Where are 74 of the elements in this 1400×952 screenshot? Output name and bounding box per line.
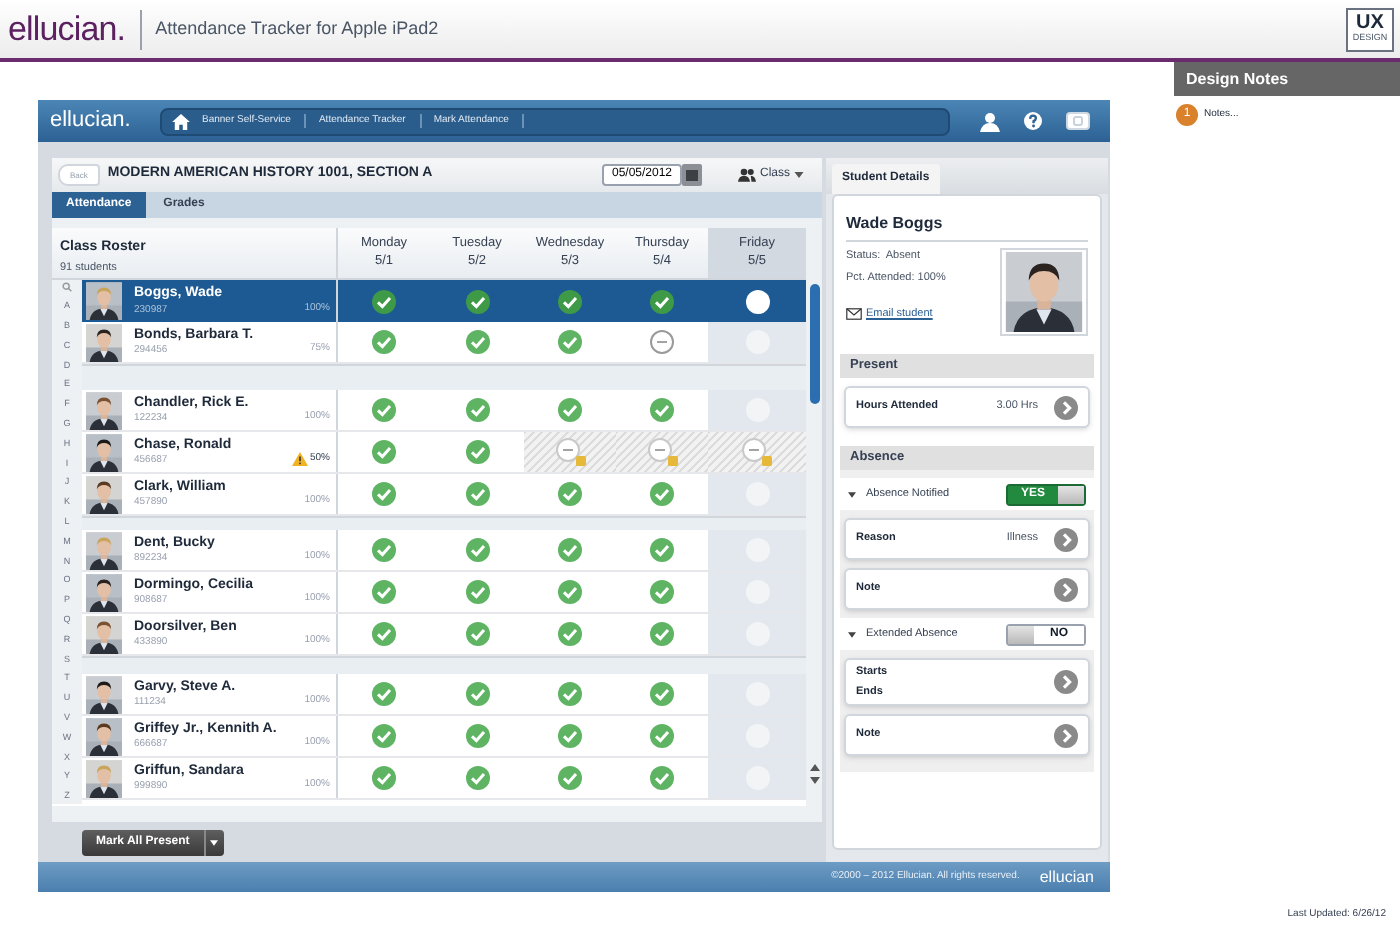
check-icon[interactable] — [650, 766, 674, 790]
check-icon[interactable] — [465, 682, 489, 706]
check-icon[interactable] — [372, 440, 396, 464]
check-icon[interactable] — [465, 330, 489, 354]
minus-note-icon[interactable] — [555, 438, 585, 466]
check-icon[interactable] — [465, 724, 489, 748]
check-icon[interactable] — [465, 766, 489, 790]
check-icon[interactable] — [650, 622, 674, 646]
check-icon[interactable] — [558, 580, 582, 604]
check-icon[interactable] — [465, 440, 489, 464]
scrollbar-thumb[interactable] — [809, 284, 819, 404]
calendar-icon[interactable] — [681, 164, 702, 186]
page-title: Attendance Tracker for Apple iPad2 — [155, 15, 439, 42]
check-icon[interactable] — [650, 289, 674, 313]
check-icon[interactable] — [465, 398, 489, 422]
app-logo: ellucian. — [50, 106, 133, 137]
check-icon[interactable] — [650, 580, 674, 604]
people-icon — [737, 168, 756, 182]
badge-text: UX — [1356, 14, 1384, 35]
check-icon[interactable] — [558, 766, 582, 790]
search-icon[interactable] — [62, 282, 72, 292]
scroll-arrows-icon[interactable] — [809, 764, 819, 784]
student-name: Wade Boggs — [846, 212, 1088, 242]
help-icon[interactable] — [1024, 112, 1042, 130]
check-icon[interactable] — [372, 330, 396, 354]
arrow-circle-icon[interactable] — [1054, 723, 1078, 747]
check-icon[interactable] — [558, 482, 582, 506]
minus-circle-icon[interactable] — [650, 330, 674, 354]
caret-icon — [210, 839, 219, 845]
check-icon[interactable] — [650, 538, 674, 562]
check-icon[interactable] — [558, 330, 582, 354]
check-icon[interactable] — [372, 766, 396, 790]
switch-knob[interactable] — [1008, 625, 1034, 643]
check-icon[interactable] — [558, 538, 582, 562]
window-icon[interactable] — [1066, 112, 1090, 130]
switch-knob[interactable] — [1058, 485, 1084, 503]
check-icon[interactable] — [372, 538, 396, 562]
check-icon[interactable] — [372, 580, 396, 604]
footer-logo: ellucian — [1039, 865, 1094, 889]
check-icon[interactable] — [558, 724, 582, 748]
check-icon[interactable] — [372, 622, 396, 646]
arrow-circle-icon[interactable] — [1054, 577, 1078, 601]
check-icon[interactable] — [372, 724, 396, 748]
arrow-circle-icon[interactable] — [1054, 395, 1078, 419]
app-logo: ellucian. — [8, 7, 126, 52]
minus-note-icon[interactable] — [742, 438, 772, 466]
check-icon[interactable] — [650, 682, 674, 706]
user-icon[interactable] — [980, 111, 1000, 131]
envelope-icon — [846, 307, 862, 320]
check-icon[interactable] — [558, 289, 582, 313]
check-icon[interactable] — [650, 724, 674, 748]
minus-note-icon[interactable] — [647, 438, 677, 466]
check-icon[interactable] — [465, 538, 489, 562]
disclosure-triangle-icon[interactable] — [848, 631, 856, 637]
check-icon[interactable] — [372, 398, 396, 422]
arrow-circle-icon[interactable] — [1054, 670, 1078, 694]
check-icon[interactable] — [372, 482, 396, 506]
check-icon[interactable] — [465, 482, 489, 506]
check-icon[interactable] — [558, 398, 582, 422]
empty-circle-icon[interactable] — [745, 289, 769, 313]
check-icon[interactable] — [650, 398, 674, 422]
notes-header: Design Notes — [1174, 62, 1400, 96]
check-icon[interactable] — [372, 682, 396, 706]
home-icon[interactable] — [172, 113, 190, 129]
check-icon[interactable] — [372, 289, 396, 313]
arrow-circle-icon[interactable] — [1054, 527, 1078, 551]
disclosure-triangle-icon[interactable] — [848, 491, 856, 497]
check-icon[interactable] — [465, 289, 489, 313]
check-icon[interactable] — [558, 682, 582, 706]
check-icon[interactable] — [558, 622, 582, 646]
check-icon[interactable] — [465, 580, 489, 604]
caret-icon — [794, 172, 804, 178]
check-icon[interactable] — [650, 482, 674, 506]
check-icon[interactable] — [465, 622, 489, 646]
